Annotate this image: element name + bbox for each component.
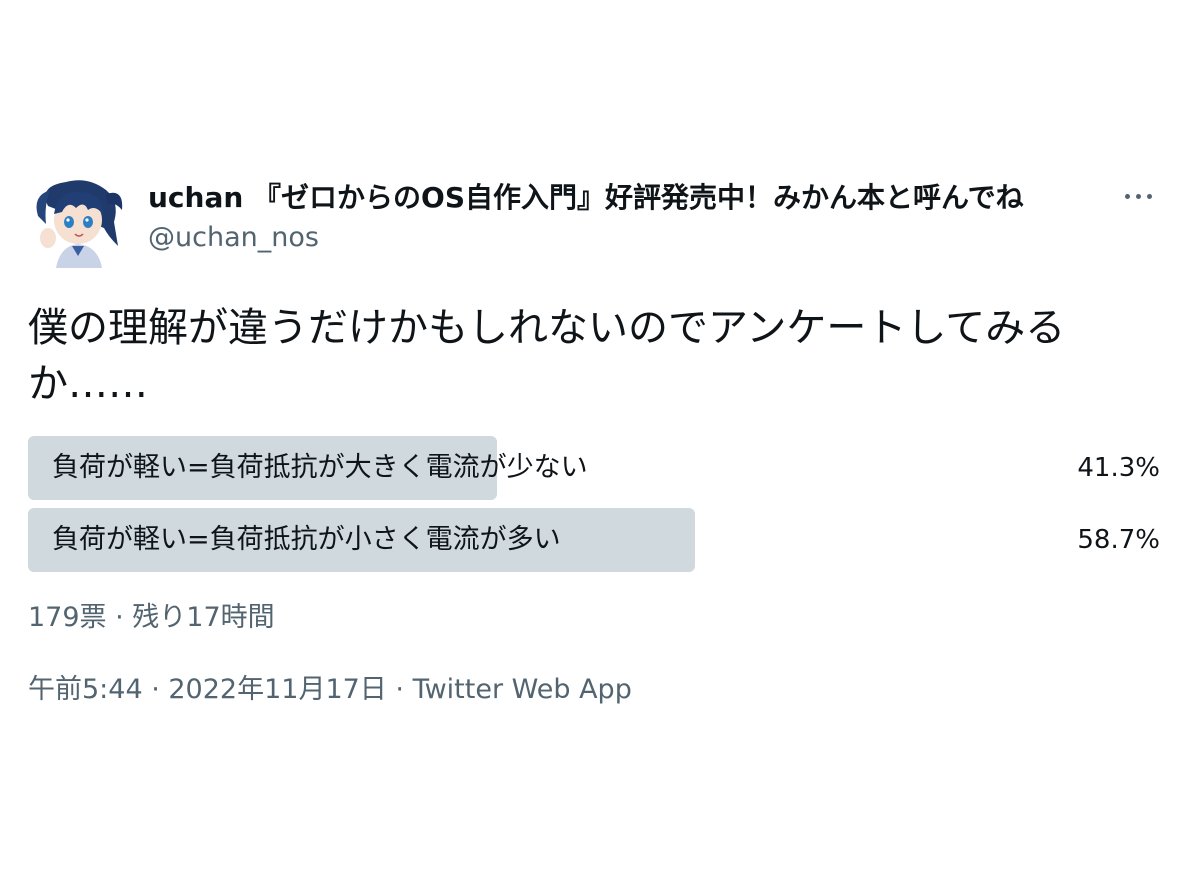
tweet-timestamp: 午前5:44 · 2022年11月17日 · Twitter Web App: [28, 672, 1164, 708]
poll-option-percent: 58.7%: [1077, 525, 1160, 555]
poll-option-label: 負荷が軽い=負荷抵抗が大きく電流が少ない: [52, 452, 588, 483]
tweet-time-date[interactable]: 午前5:44 · 2022年11月17日 ·: [28, 674, 413, 705]
dot: [1124, 193, 1130, 199]
author-handle[interactable]: @uchan_nos: [148, 220, 319, 256]
poll: 負荷が軽い=負荷抵抗が大きく電流が少ない 41.3% 負荷が軽い=負荷抵抗が小さ…: [28, 436, 1164, 572]
tweet-text: 僕の理解が違うだけかもしれないのでアンケートしてみるか……: [28, 305, 1066, 407]
poll-option: 負荷が軽い=負荷抵抗が小さく電流が多い 58.7%: [28, 508, 1164, 572]
poll-option-percent: 41.3%: [1077, 453, 1160, 483]
dot: [1135, 193, 1141, 199]
poll-votes-status: 179票 · 残り17時間: [28, 602, 275, 633]
poll-option: 負荷が軽い=負荷抵抗が大きく電流が少ない 41.3%: [28, 436, 1164, 500]
avatar[interactable]: [28, 176, 124, 268]
more-options-icon[interactable]: [1116, 178, 1160, 214]
dot: [1146, 193, 1152, 199]
tweet-source[interactable]: Twitter Web App: [413, 674, 632, 705]
tweet: uchan 『ゼロからのOS自作入門』好評発売中！みかん本と呼んでね @ucha…: [28, 176, 1164, 708]
poll-option-label: 負荷が軽い=負荷抵抗が小さく電流が多い: [52, 524, 561, 555]
author-display-name[interactable]: uchan 『ゼロからのOS自作入門』好評発売中！みかん本と呼んでね: [148, 180, 1024, 216]
tweet-header: uchan 『ゼロからのOS自作入門』好評発売中！みかん本と呼んでね @ucha…: [28, 176, 1164, 268]
